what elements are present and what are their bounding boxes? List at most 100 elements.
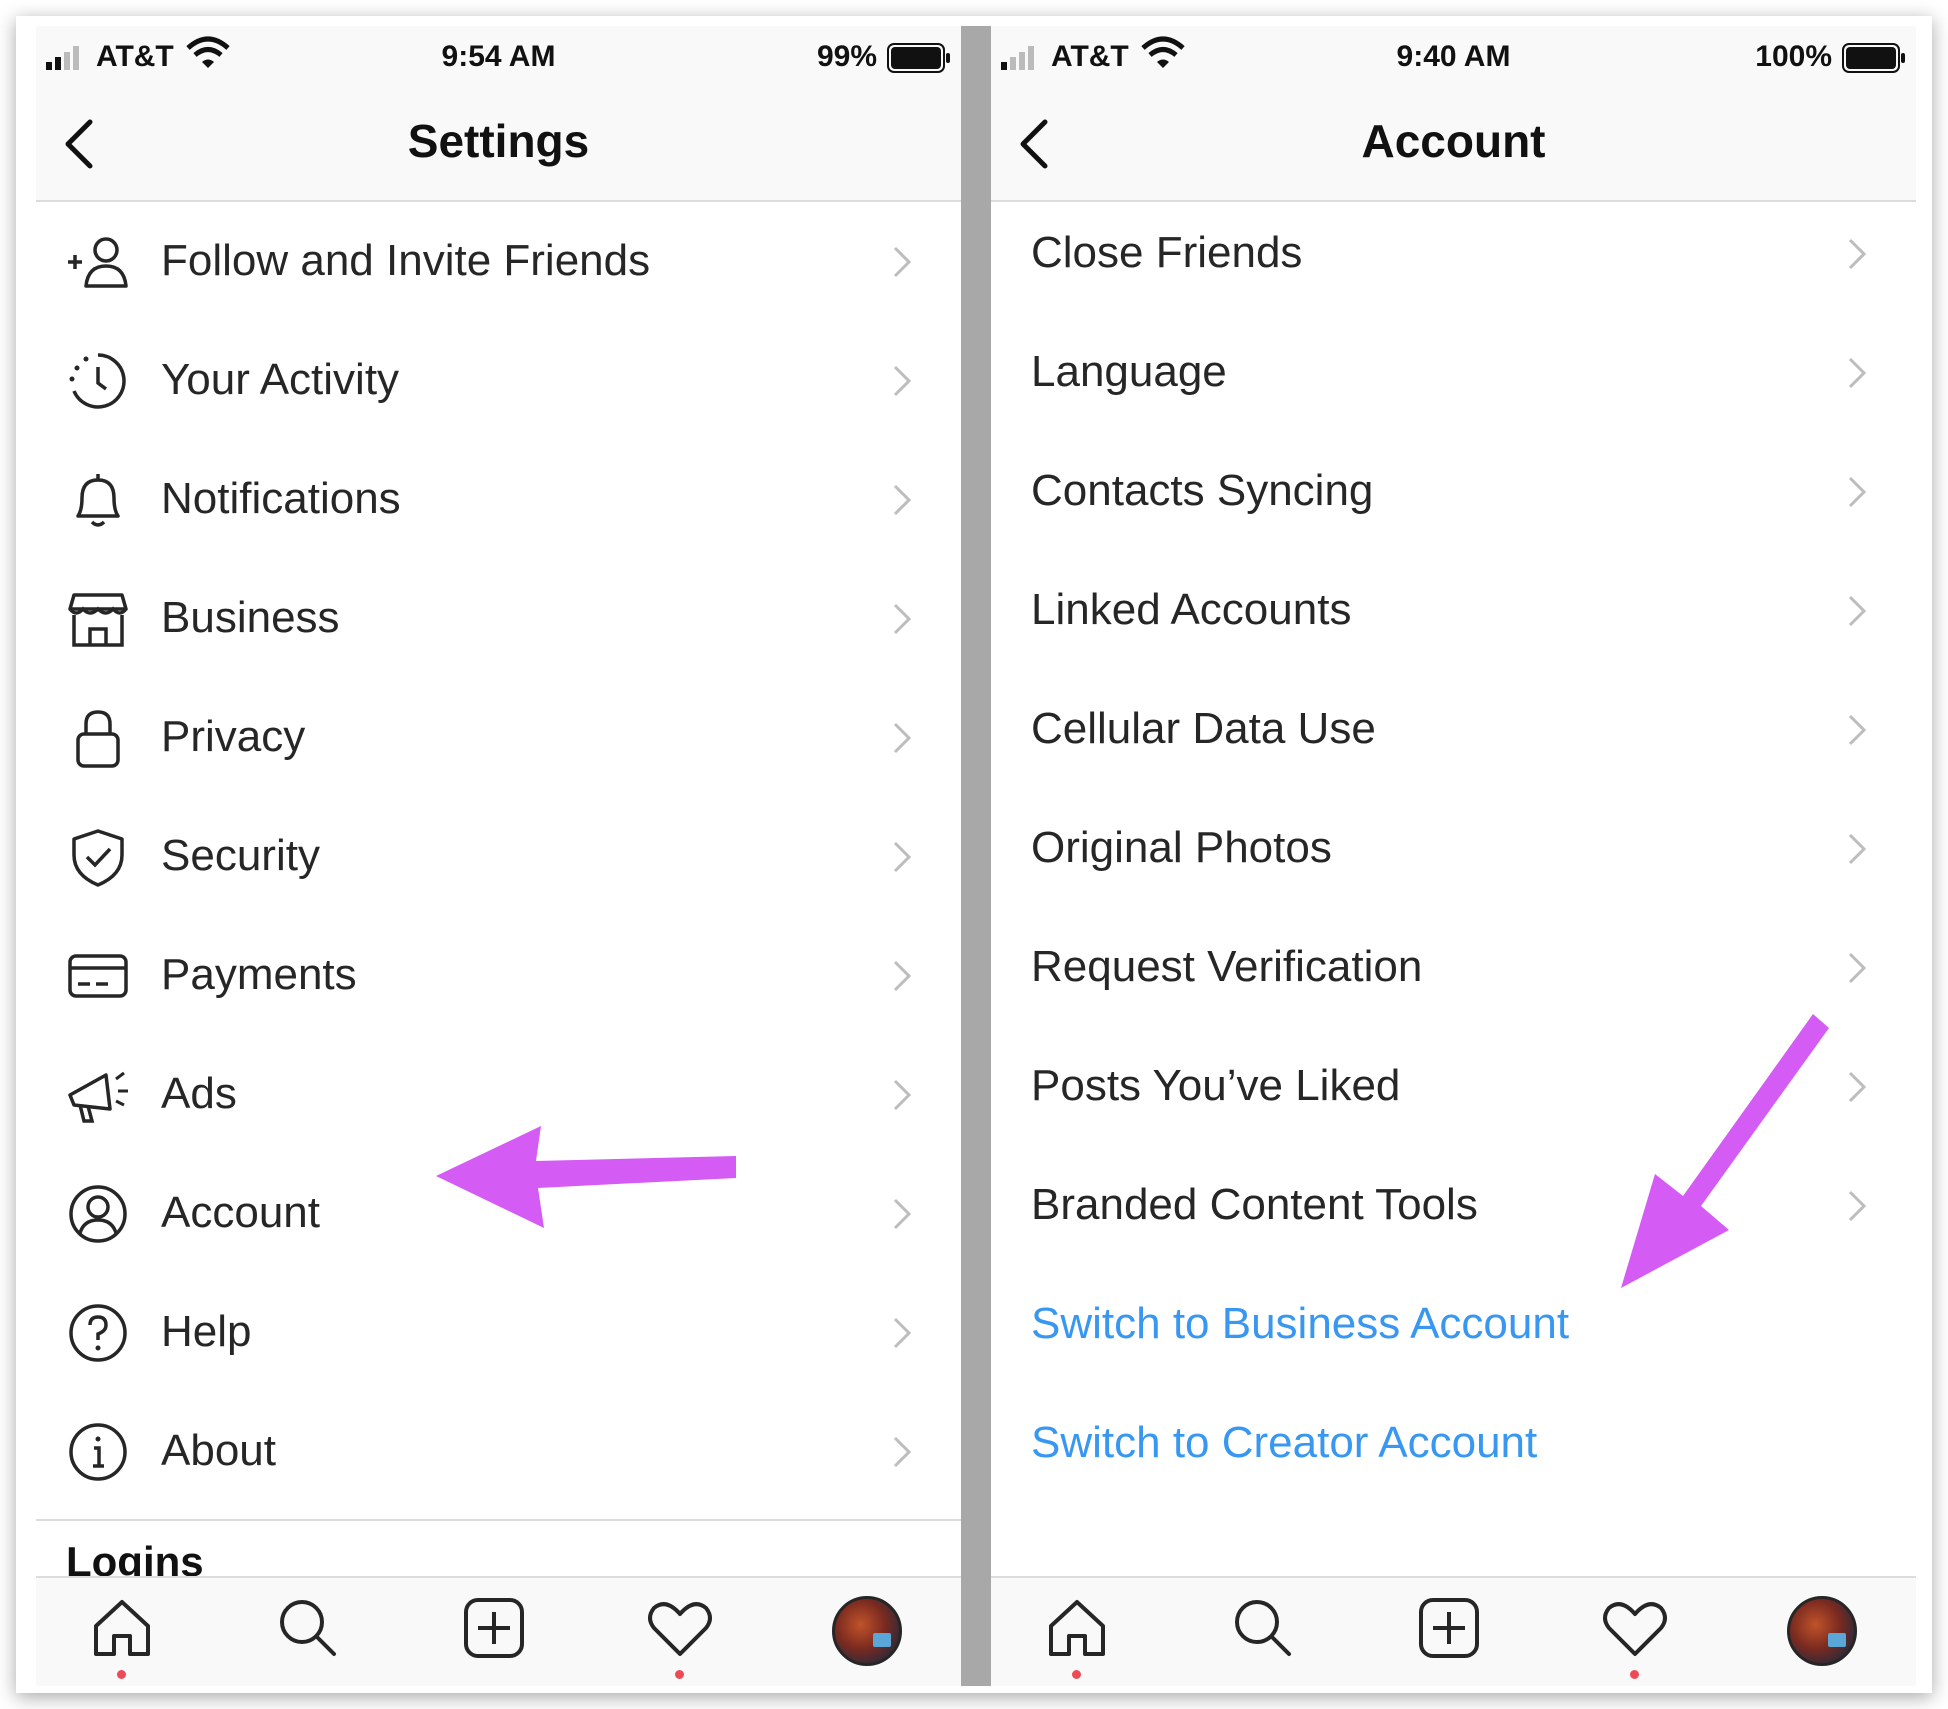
menu-item-privacy[interactable]: Privacy xyxy=(36,678,961,797)
info-icon xyxy=(69,1423,127,1481)
nav-bar: Settings xyxy=(36,86,961,202)
menu-item-label: Cellular Data Use xyxy=(1031,704,1376,753)
tab-search[interactable] xyxy=(1227,1592,1299,1672)
link-label: Switch to Creator Account xyxy=(1031,1418,1538,1467)
chevron-right-icon xyxy=(893,1317,912,1349)
status-bar: AT&T 9:40 AM 100% xyxy=(991,26,1916,86)
account-screen: AT&T 9:40 AM 100% Account Close Friends xyxy=(991,26,1916,1686)
search-icon xyxy=(1235,1600,1291,1656)
chevron-right-icon xyxy=(893,365,912,397)
new-post-icon xyxy=(1419,1598,1479,1658)
chevron-right-icon xyxy=(1848,357,1867,389)
account-menu: Close Friends Language Contacts Syncing … xyxy=(991,194,1916,1503)
chevron-right-icon xyxy=(893,246,912,278)
menu-item-notifications[interactable]: Notifications xyxy=(36,440,961,559)
menu-item-label: Posts You’ve Liked xyxy=(1031,1061,1401,1110)
new-post-icon xyxy=(464,1598,524,1658)
chevron-right-icon xyxy=(893,1079,912,1111)
battery-icon xyxy=(1842,43,1905,73)
chevron-right-icon xyxy=(893,484,912,516)
menu-item-your-activity[interactable]: Your Activity xyxy=(36,321,961,440)
activity-heart-icon xyxy=(648,1602,712,1656)
switch-to-creator-link[interactable]: Switch to Creator Account xyxy=(991,1384,1916,1503)
card-icon xyxy=(68,954,128,998)
chevron-right-icon xyxy=(1848,714,1867,746)
menu-item-label: Contacts Syncing xyxy=(1031,466,1374,515)
menu-item-label: Close Friends xyxy=(1031,228,1303,277)
chevron-right-icon xyxy=(893,603,912,635)
chevron-right-icon xyxy=(1848,1190,1867,1222)
menu-item-label: Account xyxy=(161,1188,320,1237)
tab-home[interactable] xyxy=(86,1592,158,1679)
chevron-right-icon xyxy=(1848,833,1867,865)
profile-avatar[interactable] xyxy=(1787,1596,1857,1666)
link-label: Switch to Business Account xyxy=(1031,1299,1570,1348)
menu-item-contacts-syncing[interactable]: Contacts Syncing xyxy=(991,432,1916,551)
menu-item-payments[interactable]: Payments xyxy=(36,916,961,1035)
chevron-right-icon xyxy=(893,1436,912,1468)
menu-item-label: Linked Accounts xyxy=(1031,585,1352,634)
battery-icon xyxy=(887,43,950,73)
menu-item-original-photos[interactable]: Original Photos xyxy=(991,789,1916,908)
home-icon xyxy=(1049,1600,1105,1656)
settings-screen: AT&T 9:54 AM 99% Settings Follow and Inv… xyxy=(36,26,961,1686)
help-icon xyxy=(69,1304,127,1362)
menu-item-label: Business xyxy=(161,593,340,642)
menu-item-about[interactable]: About xyxy=(36,1392,961,1511)
menu-item-close-friends[interactable]: Close Friends xyxy=(991,194,1916,313)
menu-item-business[interactable]: Business xyxy=(36,559,961,678)
shop-icon xyxy=(68,593,128,647)
person-circle-icon xyxy=(69,1185,127,1243)
battery-percent: 99% xyxy=(816,40,877,73)
menu-item-label: Privacy xyxy=(161,712,306,761)
screenshot-frame: AT&T 9:54 AM 99% Settings Follow and Inv… xyxy=(16,16,1932,1693)
chevron-right-icon xyxy=(893,960,912,992)
battery-percent: 100% xyxy=(1755,40,1832,73)
settings-menu: Follow and Invite Friends Your Activity xyxy=(36,202,961,1521)
tab-new-post[interactable] xyxy=(458,1592,530,1672)
home-icon xyxy=(94,1600,150,1656)
nav-bar: Account xyxy=(991,86,1916,202)
annotation-arrow-diagonal xyxy=(1621,1014,1829,1288)
bell-icon xyxy=(76,474,120,527)
tab-search[interactable] xyxy=(272,1592,344,1672)
page-title: Settings xyxy=(407,115,590,167)
menu-item-security[interactable]: Security xyxy=(36,797,961,916)
menu-item-label: Branded Content Tools xyxy=(1031,1180,1478,1229)
notification-dot xyxy=(675,1670,684,1679)
notification-dot xyxy=(1630,1670,1639,1679)
tab-activity[interactable] xyxy=(1599,1592,1671,1679)
activity-icon xyxy=(69,353,126,409)
tab-new-post[interactable] xyxy=(1413,1592,1485,1672)
menu-item-language[interactable]: Language xyxy=(991,313,1916,432)
menu-item-follow-invite[interactable]: Follow and Invite Friends xyxy=(36,202,961,321)
tab-bar xyxy=(36,1576,961,1686)
menu-item-label: Request Verification xyxy=(1031,942,1423,991)
add-person-icon xyxy=(68,237,128,288)
tab-activity[interactable] xyxy=(644,1592,716,1679)
activity-heart-icon xyxy=(1603,1602,1667,1656)
lock-icon xyxy=(76,710,120,768)
menu-item-cellular-data-use[interactable]: Cellular Data Use xyxy=(991,670,1916,789)
panel-divider xyxy=(961,26,991,1686)
menu-item-help[interactable]: Help xyxy=(36,1273,961,1392)
chevron-right-icon xyxy=(1848,476,1867,508)
menu-item-label: Help xyxy=(161,1307,252,1356)
profile-avatar[interactable] xyxy=(832,1596,902,1666)
chevron-right-icon xyxy=(893,1198,912,1230)
menu-item-label: Security xyxy=(161,831,320,880)
shield-icon xyxy=(72,829,124,887)
chevron-right-icon xyxy=(893,841,912,873)
tab-home[interactable] xyxy=(1041,1592,1113,1679)
tab-bar xyxy=(991,1576,1916,1686)
menu-item-label: Language xyxy=(1031,347,1227,396)
status-bar: AT&T 9:54 AM 99% xyxy=(36,26,961,86)
chevron-right-icon xyxy=(1848,952,1867,984)
search-icon xyxy=(280,1600,336,1656)
menu-item-linked-accounts[interactable]: Linked Accounts xyxy=(991,551,1916,670)
notification-dot xyxy=(117,1670,126,1679)
megaphone-icon xyxy=(68,1071,128,1123)
annotation-arrow-left xyxy=(436,1126,736,1228)
menu-item-label: Follow and Invite Friends xyxy=(161,236,651,285)
section-divider xyxy=(36,1519,961,1521)
